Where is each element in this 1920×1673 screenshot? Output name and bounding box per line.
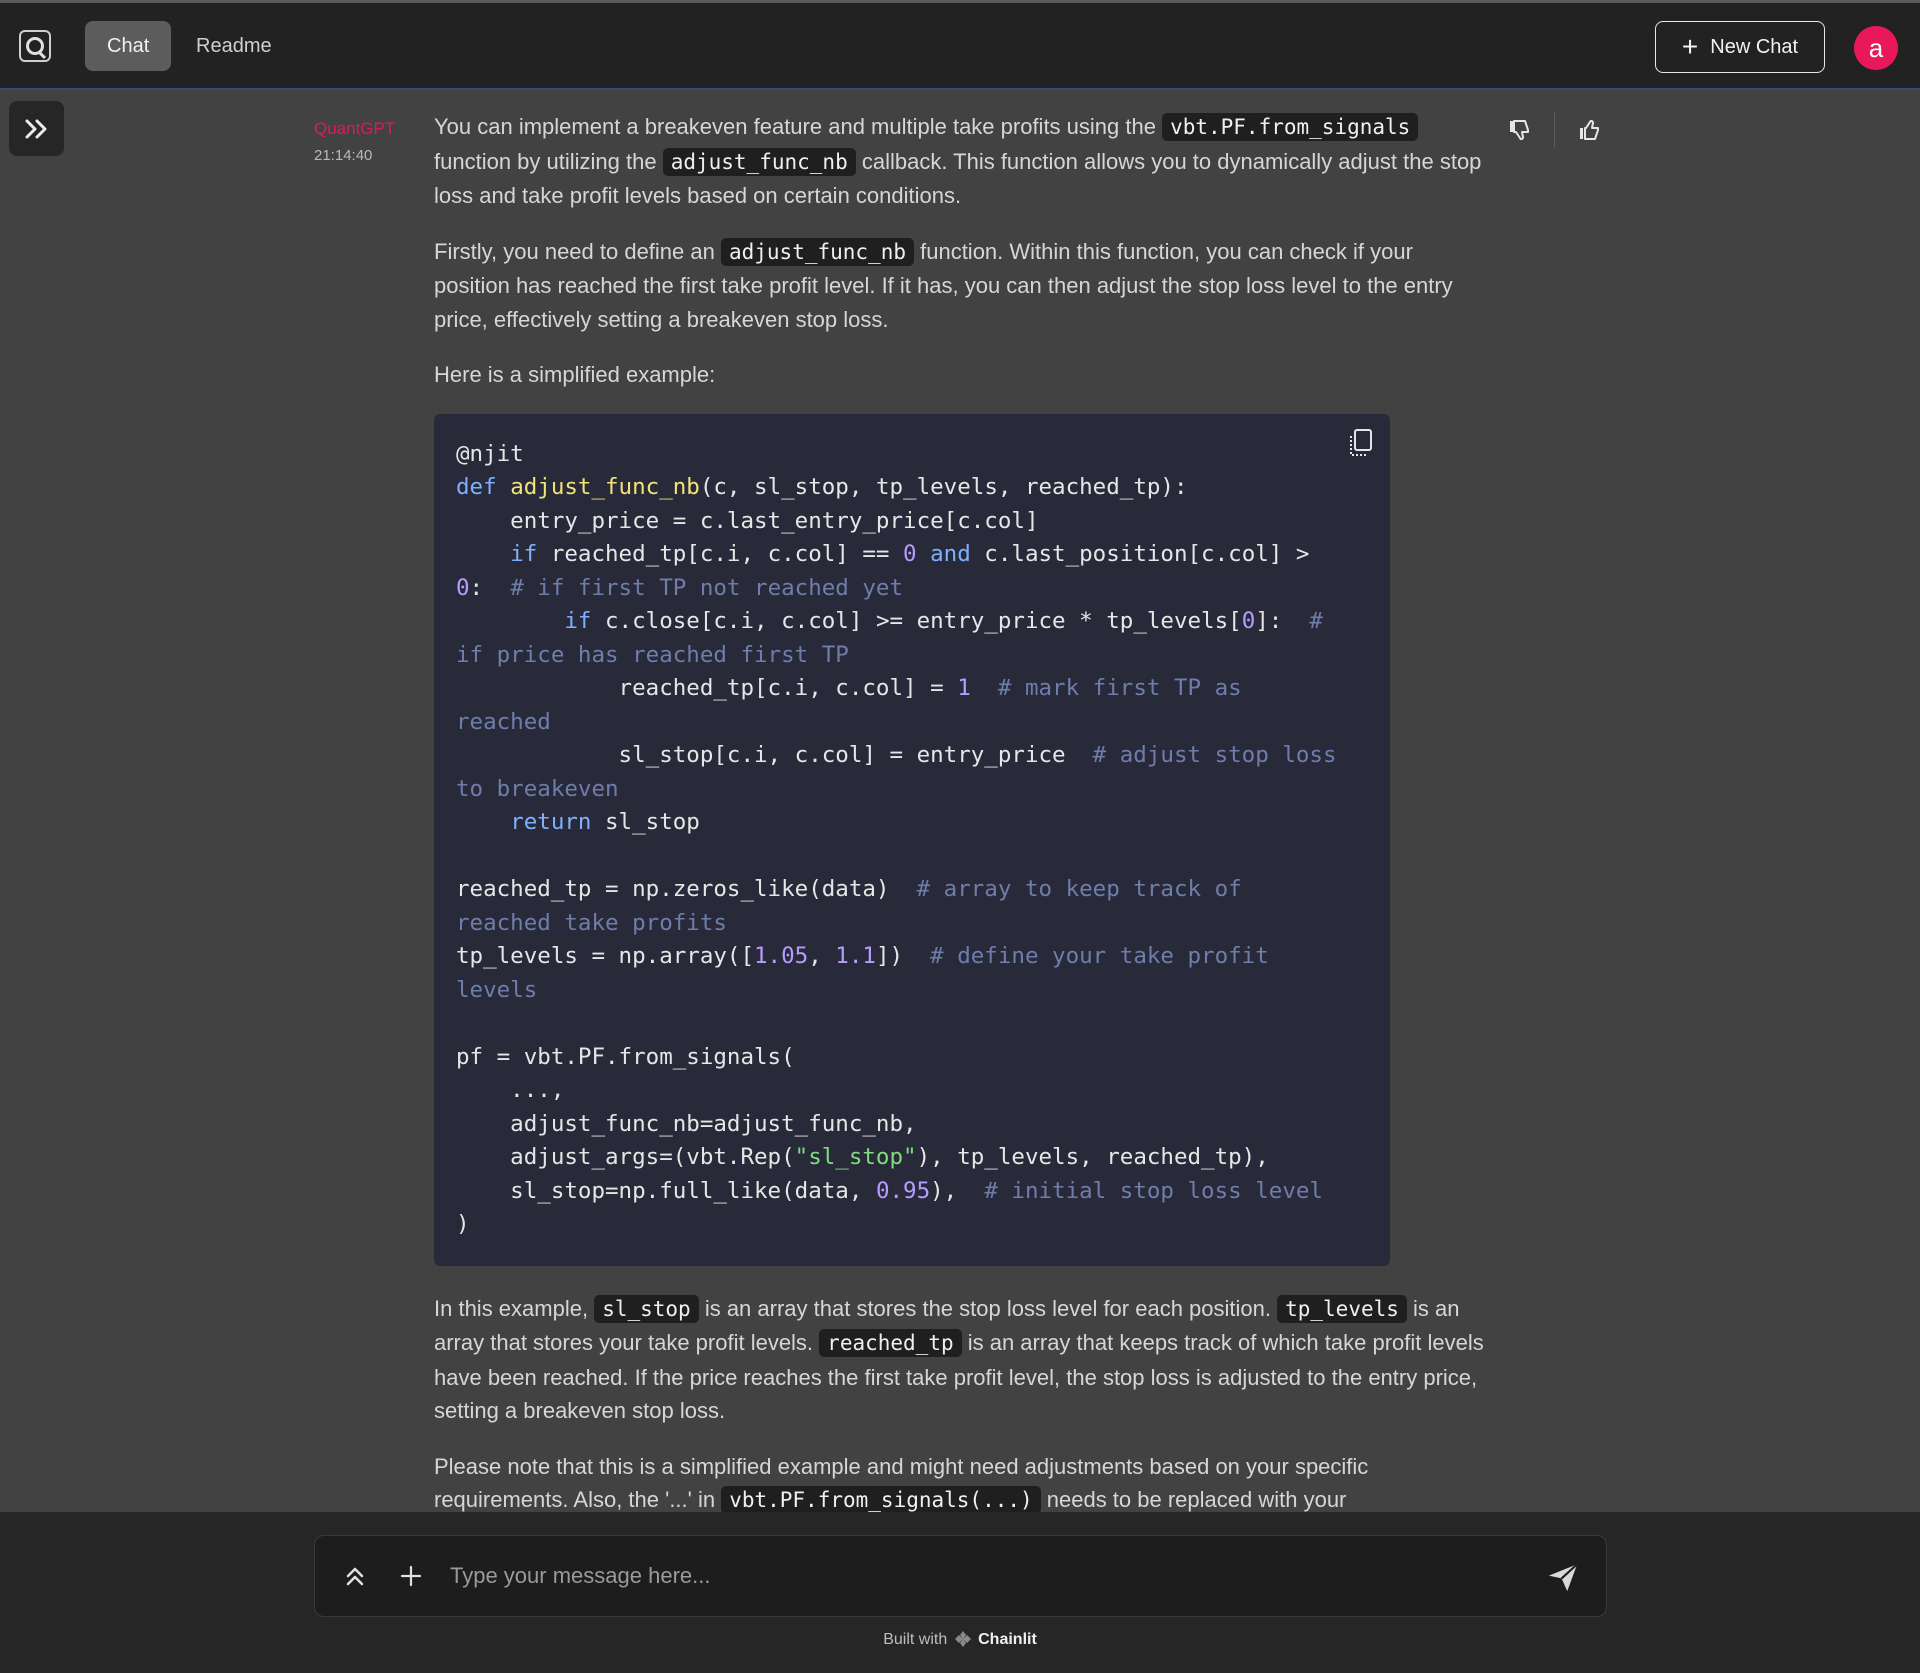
send-icon[interactable] (1546, 1560, 1580, 1594)
copy-icon[interactable] (1346, 428, 1374, 458)
inline-code: adjust_func_nb (720, 237, 914, 266)
scroll-up-button[interactable] (339, 1560, 371, 1592)
code-content: @njit def adjust_func_nb(c, sl_stop, tp_… (456, 440, 1337, 1238)
thumbs-up-icon (1580, 119, 1599, 140)
tab-readme[interactable]: Readme (174, 21, 294, 71)
message-timestamp: 21:14:40 (314, 147, 373, 164)
attach-button[interactable] (395, 1560, 427, 1592)
message-paragraph: Firstly, you need to define an adjust_fu… (434, 237, 1453, 332)
message-composer (314, 1535, 1607, 1617)
built-with-footer: Built with Chainlit (883, 1631, 1037, 1648)
chainlit-brand[interactable]: Chainlit (978, 1631, 1037, 1648)
sidebar-toggle-button[interactable] (9, 101, 64, 156)
chainlit-logo-icon (954, 1631, 971, 1647)
app-logo-icon[interactable] (19, 30, 51, 62)
message-content: You can implement a breakeven feature an… (434, 110, 1494, 1540)
inline-code: tp_levels (1277, 1294, 1407, 1323)
user-avatar[interactable]: a (1854, 26, 1898, 70)
message-paragraph: In this example, sl_stop is an array tha… (434, 1294, 1484, 1423)
plus-icon (400, 1565, 422, 1587)
message-feedback (1500, 112, 1609, 148)
inline-code: reached_tp (819, 1329, 962, 1357)
message-paragraph: Here is a simplified example: (434, 362, 716, 387)
message-paragraph: You can implement a breakeven feature an… (434, 113, 1482, 208)
double-chevron-up-icon (346, 1567, 364, 1586)
message-paragraph: Please note that this is a simplified ex… (434, 1453, 1369, 1514)
code-block: @njit def adjust_func_nb(c, sl_stop, tp_… (434, 413, 1390, 1266)
thumbs-down-icon (1510, 120, 1529, 141)
thumbs-down-button[interactable] (1500, 112, 1540, 148)
inline-code: adjust_func_nb (662, 147, 856, 176)
thumbs-up-button[interactable] (1569, 112, 1609, 148)
plus-icon: + (1681, 31, 1699, 62)
inline-code: sl_stop (594, 1294, 699, 1323)
new-chat-button[interactable]: + New Chat (1655, 21, 1825, 73)
inline-code: vbt.PF.from_signals (1162, 113, 1419, 141)
double-chevron-right-icon (25, 119, 46, 138)
inline-code: vbt.PF.from_signals(...) (721, 1486, 1041, 1514)
top-bar: Chat Readme + New Chat a (0, 0, 1920, 90)
message-author: QuantGPT (314, 119, 396, 138)
tab-chat[interactable]: Chat (85, 21, 172, 71)
feedback-divider (1554, 112, 1555, 148)
new-chat-label: New Chat (1710, 35, 1799, 58)
message-input[interactable] (450, 1554, 1450, 1598)
